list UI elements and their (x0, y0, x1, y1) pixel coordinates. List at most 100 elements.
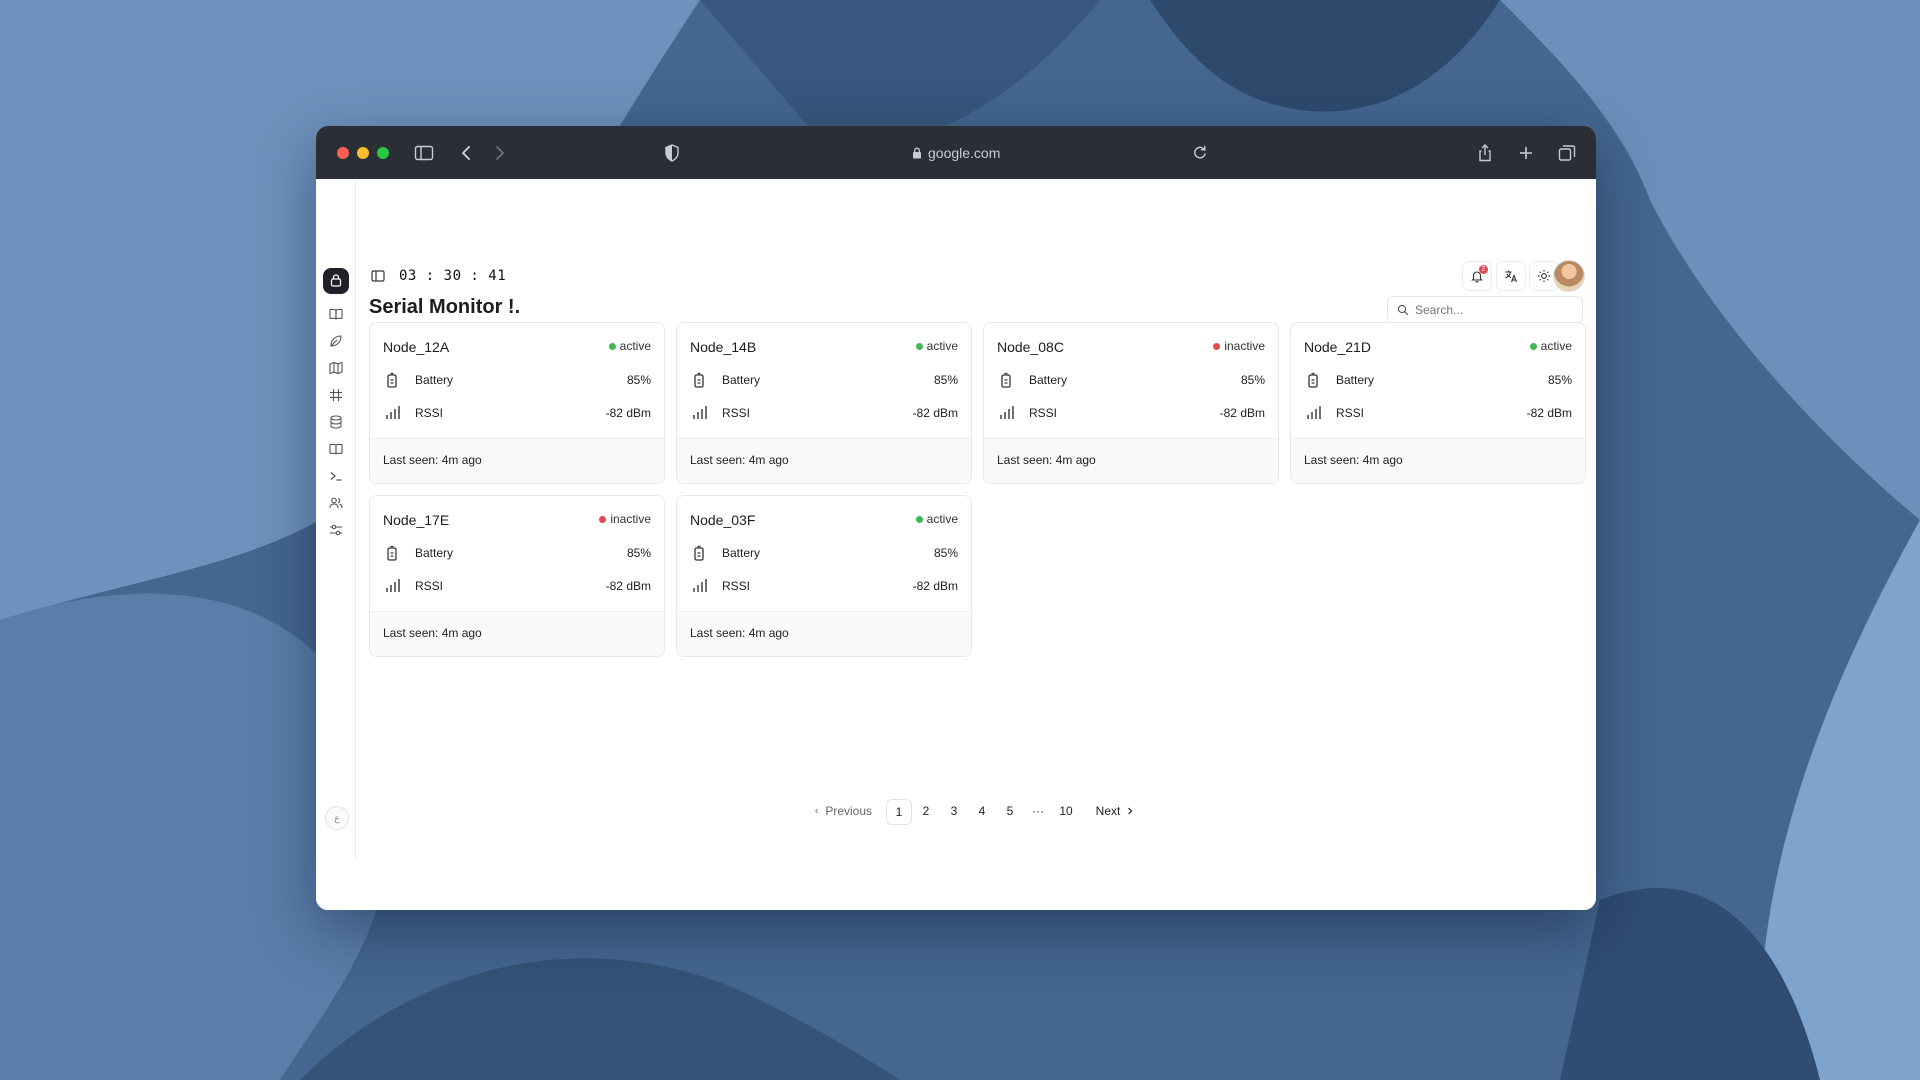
next-label: Next (1095, 804, 1121, 818)
battery-icon (694, 545, 704, 561)
node-name: Node_08C (997, 339, 1064, 355)
page-button-3[interactable]: 3 (942, 799, 966, 823)
signal-icon (386, 579, 400, 592)
database-icon[interactable] (328, 414, 344, 430)
last-seen-text: Last seen: 4m ago (690, 626, 789, 640)
page-button-4[interactable]: 4 (970, 799, 994, 823)
next-page-button[interactable]: Next (1091, 799, 1139, 823)
rssi-value: -82 dBm (605, 406, 651, 420)
card-footer: Last seen: 4m ago (677, 611, 971, 656)
terminal-icon[interactable] (328, 468, 344, 484)
signal-icon (693, 406, 707, 419)
card-footer: Last seen: 4m ago (370, 611, 664, 656)
new-tab-icon[interactable] (1515, 142, 1537, 164)
translate-icon (1505, 270, 1518, 283)
back-icon[interactable] (456, 142, 478, 164)
sun-icon (1538, 270, 1550, 282)
card-footer: Last seen: 4m ago (1291, 438, 1585, 483)
node-card[interactable]: Node_12A active Battery 85% RSSI -82 dBm Last … (369, 322, 665, 484)
address-bar[interactable]: google.com (912, 144, 1000, 162)
notifications-button[interactable]: 2 (1462, 261, 1492, 291)
status-dot (915, 342, 923, 350)
rssi-label: RSSI (1336, 406, 1365, 420)
signal-icon (1307, 406, 1321, 419)
battery-value: 85% (626, 546, 651, 560)
app-logo[interactable] (323, 268, 349, 294)
battery-label: Battery (722, 546, 761, 560)
page-button-10[interactable]: 10 (1054, 799, 1078, 823)
notification-badge: 2 (1479, 265, 1488, 274)
search-input[interactable] (1413, 302, 1567, 318)
battery-row: Battery 85% (383, 370, 651, 390)
page-button-2[interactable]: 2 (914, 799, 938, 823)
last-seen-text: Last seen: 4m ago (1304, 453, 1403, 467)
card-footer: Last seen: 4m ago (984, 438, 1278, 483)
rssi-value: -82 dBm (1526, 406, 1572, 420)
rssi-value: -82 dBm (1219, 406, 1265, 420)
battery-row: Battery 85% (690, 370, 958, 390)
battery-row: Battery 85% (690, 543, 958, 563)
battery-label: Battery (1336, 373, 1375, 387)
node-name: Node_17E (383, 512, 450, 528)
hash-icon[interactable] (328, 387, 344, 403)
user-avatar[interactable] (1553, 260, 1585, 292)
close-window-button[interactable] (337, 147, 349, 159)
pagination: Previous 1 2 3 4 5 ··· 10 Next (316, 799, 1596, 825)
node-card[interactable]: Node_21D active Battery 85% RSSI -82 dBm Last … (1290, 322, 1586, 484)
rssi-row: RSSI -82 dBm (997, 403, 1265, 423)
rssi-label: RSSI (415, 579, 444, 593)
node-card[interactable]: Node_08C inactive Battery 85% RSSI -82 dBm Las… (983, 322, 1279, 484)
privacy-shield-icon[interactable] (661, 142, 683, 164)
status-badge: active (1529, 339, 1572, 353)
url-text: google.com (928, 145, 1001, 161)
search-box[interactable] (1387, 296, 1583, 324)
status-label: active (619, 339, 651, 353)
status-badge: active (915, 339, 958, 353)
page-button-5[interactable]: 5 (998, 799, 1022, 823)
tab-overview-icon[interactable] (1556, 142, 1578, 164)
status-label: active (926, 512, 958, 526)
battery-value: 85% (626, 373, 651, 387)
signal-icon (386, 406, 400, 419)
minimize-window-button[interactable] (357, 147, 369, 159)
browser-window: google.com ع 03: 30: 41 2 Serial Monit… (316, 126, 1596, 910)
forward-icon[interactable] (488, 142, 510, 164)
node-name: Node_12A (383, 339, 450, 355)
share-icon[interactable] (1474, 142, 1496, 164)
status-label: active (926, 339, 958, 353)
status-badge: active (915, 512, 958, 526)
chevron-right-icon (1128, 807, 1133, 815)
battery-row: Battery 85% (383, 543, 651, 563)
status-label: active (1540, 339, 1572, 353)
rssi-value: -82 dBm (912, 579, 958, 593)
rssi-label: RSSI (722, 406, 751, 420)
page-button-1[interactable]: 1 (886, 799, 912, 825)
lock-icon (913, 147, 921, 159)
book-icon[interactable] (328, 306, 344, 322)
book-open-icon[interactable] (328, 441, 344, 457)
node-name: Node_21D (1304, 339, 1371, 355)
battery-icon (1308, 372, 1318, 388)
map-icon[interactable] (328, 360, 344, 376)
battery-label: Battery (415, 546, 454, 560)
leaf-icon[interactable] (328, 333, 344, 349)
node-card[interactable]: Node_14B active Battery 85% RSSI -82 dBm Last … (676, 322, 972, 484)
translate-button[interactable] (1496, 261, 1526, 291)
node-card[interactable]: Node_17E inactive Battery 85% RSSI -82 dBm Las… (369, 495, 665, 657)
rssi-label: RSSI (1029, 406, 1058, 420)
users-icon[interactable] (328, 495, 344, 511)
maximize-window-button[interactable] (377, 147, 389, 159)
collapse-sidebar-icon[interactable] (370, 268, 386, 284)
status-dot (1213, 342, 1221, 350)
sidebar-toggle-icon[interactable] (413, 142, 435, 164)
reload-icon[interactable] (1189, 142, 1211, 164)
sidebar: ع (316, 179, 356, 859)
sliders-icon[interactable] (328, 522, 344, 538)
battery-icon (1001, 372, 1011, 388)
status-badge: inactive (1213, 339, 1265, 353)
previous-page-button[interactable]: Previous (814, 799, 872, 823)
node-card[interactable]: Node_03F active Battery 85% RSSI -82 dBm Last … (676, 495, 972, 657)
rssi-value: -82 dBm (912, 406, 958, 420)
pagination-ellipsis: ··· (1032, 804, 1044, 818)
card-footer: Last seen: 4m ago (370, 438, 664, 483)
